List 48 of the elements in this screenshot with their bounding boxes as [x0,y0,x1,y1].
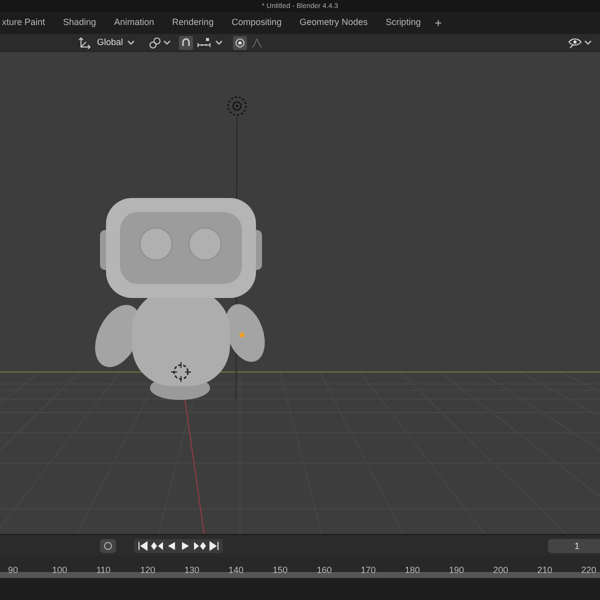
frame-number: 190 [449,566,464,575]
workspace-tab[interactable]: Rendering [164,16,222,30]
frame-number: 120 [140,566,156,575]
frame-number: 110 [96,566,111,575]
proportional-edit-toggle[interactable] [233,36,248,50]
falloff-curve-icon[interactable] [251,38,264,48]
target-circle-icon [235,38,246,48]
previous-keyframe-icon[interactable] [150,540,164,550]
snap-increment-icon[interactable] [197,38,212,48]
pivot-link-icon[interactable] [149,36,162,48]
frame-number: 180 [404,566,420,575]
chevron-icon [584,40,592,46]
transform-axes-icon [78,36,91,48]
frame-number: 170 [360,566,376,575]
frame-number: 100 [52,566,68,575]
3d-viewport[interactable] [0,52,600,534]
workspace-tab[interactable]: xture Paint [0,16,54,30]
workspace-tab[interactable]: Geometry Nodes [292,16,376,30]
orientation-dropdown[interactable]: Global [95,36,138,50]
workspace-tab[interactable]: Shading [55,16,104,30]
frame-number: 220 [581,566,596,575]
auto-keying-toggle[interactable] [100,538,116,552]
light-icon [227,96,247,116]
jump-start-icon[interactable] [136,540,149,550]
timeline-scrollbar[interactable] [0,572,600,578]
frame-number: 210 [537,566,552,575]
add-workspace-button[interactable]: + [430,17,446,29]
frame-number: 160 [316,566,332,575]
frame-number: 140 [228,566,244,575]
workspace-tab[interactable]: Compositing [224,16,290,30]
workspace-tab[interactable]: Animation [106,16,162,30]
snap-toggle[interactable] [179,36,194,50]
frame-number: 130 [184,566,200,575]
origin-dot-icon [240,332,244,338]
frame-number: 150 [272,566,288,575]
chevron-icon [163,40,172,46]
workspace-tab[interactable]: Scripting [378,16,429,30]
current-frame-field[interactable]: 1 [548,538,600,552]
frame-number: 90 [8,566,18,575]
3d-cursor-icon [170,362,192,382]
chevron-icon [215,40,224,46]
jump-end-icon[interactable] [208,540,221,550]
frame-number: 200 [493,566,508,575]
next-keyframe-icon[interactable] [193,540,207,550]
chevron-icon [127,40,136,46]
magnet-icon [181,38,192,48]
record-circle-icon [103,540,113,550]
visibility-eye-icon[interactable] [568,36,582,48]
